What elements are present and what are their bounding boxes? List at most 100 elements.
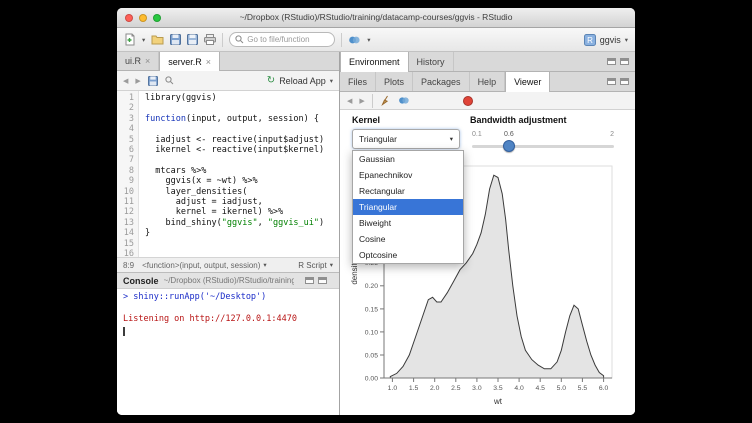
svg-text:4.0: 4.0 xyxy=(514,385,524,392)
viewer-pane-tabbar: FilesPlotsPackagesHelp Viewer xyxy=(340,72,635,92)
tab-label: History xyxy=(417,57,445,67)
slider-handle[interactable] xyxy=(503,140,515,152)
new-file-icon[interactable] xyxy=(124,33,136,46)
kernel-option-optcosine[interactable]: Optcosine xyxy=(353,247,463,263)
kernel-option-gaussian[interactable]: Gaussian xyxy=(353,151,463,167)
forward-icon[interactable]: ▶ xyxy=(359,97,364,105)
scope-caret-icon: ▾ xyxy=(263,261,266,269)
forward-icon[interactable]: ▶ xyxy=(135,77,140,85)
new-file-caret-icon[interactable]: ▾ xyxy=(142,36,145,44)
close-window-icon[interactable] xyxy=(125,14,133,22)
line-number: 7 xyxy=(117,155,134,165)
file-type-caret-icon: ▾ xyxy=(330,261,333,269)
publish-icon[interactable] xyxy=(398,95,410,106)
pane-tab-plots[interactable]: Plots xyxy=(376,72,413,91)
reload-app-button[interactable]: ↻ Reload App ▾ xyxy=(267,76,333,86)
publish-caret-icon[interactable]: ▾ xyxy=(367,36,370,44)
console-header[interactable]: Console ~/Dropbox (RStudio)/RStudio/trai… xyxy=(117,272,339,289)
slider-max-label: 2 xyxy=(610,131,614,138)
editor-tab-ui-r[interactable]: ui.R × xyxy=(117,52,159,70)
text-cursor xyxy=(123,327,125,336)
publish-icon[interactable] xyxy=(348,34,361,46)
svg-text:0.10: 0.10 xyxy=(365,329,378,336)
code-line: kernel = ikernel) %>% xyxy=(145,207,339,217)
rstudio-window: ~/Dropbox (RStudio)/RStudio/training/dat… xyxy=(117,8,635,415)
editor-statusbar: 8:9 <function>(input, output, session) ▾… xyxy=(117,257,339,272)
svg-text:0.20: 0.20 xyxy=(365,283,378,290)
line-number: 11 xyxy=(117,197,134,207)
minimize-pane-icon[interactable] xyxy=(305,277,314,284)
code-line: layer_densities( xyxy=(145,187,339,197)
close-tab-icon[interactable]: × xyxy=(145,56,150,66)
editor-toolbar: ◀ ▶ ↻ Reload App ▾ xyxy=(117,71,339,91)
maximize-pane-icon[interactable] xyxy=(318,277,327,284)
minimize-pane-icon[interactable] xyxy=(607,58,616,65)
pane-tab-help[interactable]: Help xyxy=(470,72,506,91)
console-output[interactable]: > shiny::runApp('~/Desktop') Listening o… xyxy=(117,289,339,415)
back-icon[interactable]: ◀ xyxy=(347,97,352,105)
panes-column: Environment History FilesPlotsPackagesHel… xyxy=(340,52,635,415)
maximize-pane-icon[interactable] xyxy=(620,58,629,65)
line-number: 13 xyxy=(117,218,134,228)
line-number: 10 xyxy=(117,187,134,197)
tab-label: ui.R xyxy=(125,56,141,66)
line-number: 4 xyxy=(117,124,134,134)
source-console-column: ui.R×server.R× ◀ ▶ ↻ Reload App ▾ 123456 xyxy=(117,52,340,415)
reload-caret-icon[interactable]: ▾ xyxy=(330,77,333,85)
line-number-gutter: 12345678910111213141516 xyxy=(117,91,139,257)
stop-app-button[interactable] xyxy=(463,96,473,106)
minimize-window-icon[interactable] xyxy=(139,14,147,22)
kernel-option-epanechnikov[interactable]: Epanechnikov xyxy=(353,167,463,183)
code-line: ikernel <- reactive(input$kernel) xyxy=(145,145,339,155)
svg-text:3.5: 3.5 xyxy=(493,385,503,392)
line-number: 6 xyxy=(117,145,134,155)
slider-track[interactable] xyxy=(472,145,614,148)
pane-tab-environment[interactable]: Environment xyxy=(340,52,409,72)
console-line: > shiny::runApp('~/Desktop') xyxy=(123,292,333,303)
svg-text:4.5: 4.5 xyxy=(535,385,545,392)
open-folder-icon[interactable] xyxy=(151,34,164,45)
save-icon[interactable] xyxy=(148,76,158,86)
back-icon[interactable]: ◀ xyxy=(123,77,128,85)
kernel-option-biweight[interactable]: Biweight xyxy=(353,215,463,231)
zoom-window-icon[interactable] xyxy=(153,14,161,22)
svg-text:5.5: 5.5 xyxy=(578,385,588,392)
line-number: 8 xyxy=(117,166,134,176)
bandwidth-slider[interactable]: 0.1 0.6 2 xyxy=(472,128,614,158)
code-editor[interactable]: 12345678910111213141516 library(ggvis) f… xyxy=(117,91,339,257)
line-number: 15 xyxy=(117,239,134,249)
pane-tab-packages[interactable]: Packages xyxy=(413,72,470,91)
clear-viewer-broom-icon[interactable] xyxy=(380,95,391,106)
editor-tabbar: ui.R×server.R× xyxy=(117,52,339,71)
find-icon[interactable] xyxy=(165,76,174,85)
pane-tab-viewer[interactable]: Viewer xyxy=(505,72,550,92)
code-line: ggvis(x = ~wt) %>% xyxy=(145,176,339,186)
project-menu-button[interactable]: R ggvis ▾ xyxy=(584,34,628,46)
pane-tab-history[interactable]: History xyxy=(409,52,454,71)
tab-label: Viewer xyxy=(514,77,541,87)
goto-file-function-input[interactable]: Go to file/function xyxy=(229,32,335,47)
code-text[interactable]: library(ggvis) function(input, output, s… xyxy=(139,91,339,257)
save-all-icon[interactable] xyxy=(187,34,198,45)
scope-selector[interactable]: <function>(input, output, session) ▾ xyxy=(142,261,267,270)
pane-tab-files[interactable]: Files xyxy=(340,72,376,91)
maximize-pane-icon[interactable] xyxy=(620,78,629,85)
svg-text:3.0: 3.0 xyxy=(472,385,482,392)
editor-tab-server-r[interactable]: server.R× xyxy=(159,52,220,71)
cursor-position: 8:9 xyxy=(123,261,134,270)
kernel-option-triangular[interactable]: Triangular xyxy=(353,199,463,215)
line-number: 2 xyxy=(117,103,134,113)
project-caret-icon: ▾ xyxy=(625,36,628,44)
kernel-option-rectangular[interactable]: Rectangular xyxy=(353,183,463,199)
minimize-pane-icon[interactable] xyxy=(607,78,616,85)
titlebar[interactable]: ~/Dropbox (RStudio)/RStudio/training/dat… xyxy=(117,8,635,28)
svg-text:1.0: 1.0 xyxy=(388,385,398,392)
save-icon[interactable] xyxy=(170,34,181,45)
print-icon[interactable] xyxy=(204,34,216,45)
window-title: ~/Dropbox (RStudio)/RStudio/training/dat… xyxy=(117,8,635,27)
reload-app-label: Reload App xyxy=(279,76,326,86)
kernel-option-cosine[interactable]: Cosine xyxy=(353,231,463,247)
file-type-selector[interactable]: R Script ▾ xyxy=(298,261,333,270)
kernel-select[interactable]: Triangular ▾ xyxy=(352,129,460,149)
close-tab-icon[interactable]: × xyxy=(206,57,211,67)
